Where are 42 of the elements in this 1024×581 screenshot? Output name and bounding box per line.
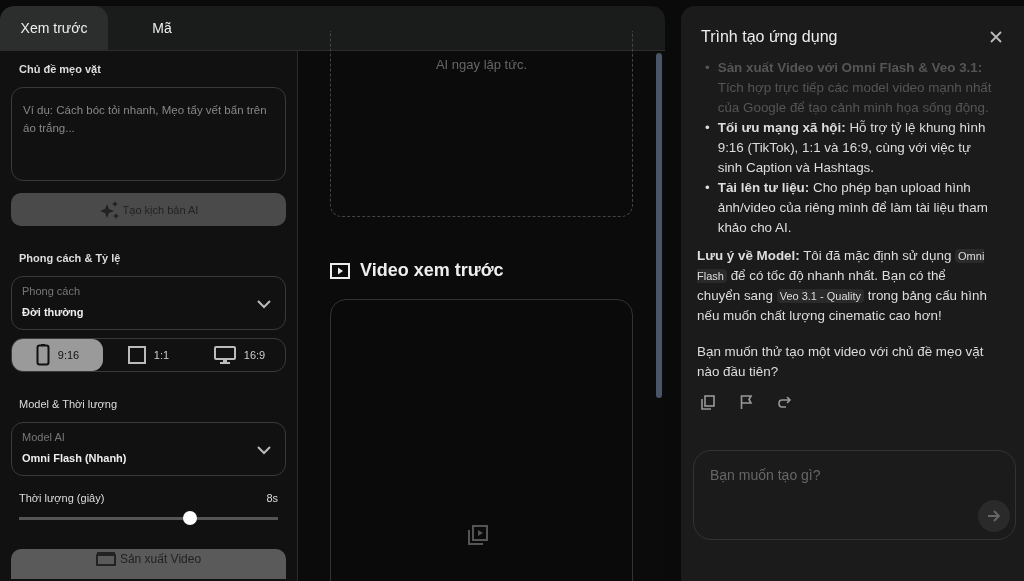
redo-icon[interactable]: [778, 395, 792, 408]
feature-text: Tải lên tư liệu: Cho phép bạn upload hình ảnh/video của riêng mình để làm tài liệu tham khảo cho AI.: [717, 179, 989, 237]
clapperboard-icon: [95, 552, 116, 566]
style-select[interactable]: Phong cách Đời thường: [11, 276, 286, 330]
chat-input[interactable]: Bạn muốn tạo gì?: [693, 450, 1016, 540]
section-heading: Video xem trước: [360, 260, 504, 281]
feature-text: Tối ưu mạng xã hội: Hỗ trợ tỷ lệ khung hình 9:16 (TikTok), 1:1 và 16:9, cùng với việc tự sinh Caption và Hashtags.: [717, 119, 987, 177]
tab[interactable]: Xem trước: [0, 6, 108, 50]
monitor-icon: [213, 346, 236, 364]
model-note: Lưu ý về Model: Tôi đã mặc định sử dụng Omni Flash để có tốc độ nhanh nhất. Bạn có thể chuyển sang Veo 3.1 - Quality trong bảng cấu hình nếu muốn chất lượng cinematic cao hơn!: [697, 247, 988, 325]
section-label: Phong cách & Tỷ lệ: [19, 252, 122, 264]
video-library-icon: [468, 525, 488, 545]
bullet-marker: •: [705, 59, 710, 77]
chevron-icon: [257, 446, 271, 455]
duration-value: 8s: [266, 492, 278, 504]
bullet-marker: •: [705, 179, 710, 197]
ratio-option[interactable]: 1:1: [103, 339, 194, 371]
close-icon[interactable]: [990, 31, 1002, 43]
feature-text: Sản xuất Video với Omni Flash & Veo 3.1: Tích hợp trực tiếp các model video mạnh nhất của Google để tạo cảnh minh họa sống động.: [717, 59, 992, 117]
square-icon: [127, 346, 146, 364]
question-text: Bạn muốn thử tạo một video với chủ đề mẹo vặt nào đầu tiên?: [697, 343, 985, 381]
scrollbar-thumb[interactable]: [656, 53, 662, 398]
model-select[interactable]: Model AI Omni Flash (Nhanh): [11, 422, 286, 476]
section-label: Chủ đề mẹo vặt: [19, 63, 102, 75]
ratio-option[interactable]: 16:9: [194, 339, 285, 371]
placeholder-text: AI ngay lập tức.: [435, 57, 528, 74]
duration-label: Thời lượng (giây): [19, 492, 105, 504]
chevron-icon: [257, 300, 271, 309]
send-button[interactable]: [978, 500, 1010, 532]
copy-icon[interactable]: [701, 395, 715, 410]
video-icon: [330, 262, 350, 279]
arrow-icon: [987, 510, 1001, 522]
section-label: Model & Thời lượng: [19, 398, 119, 410]
flag-icon[interactable]: [740, 395, 753, 409]
sparkle-icon: [98, 199, 121, 220]
bullet-marker: •: [705, 119, 710, 137]
panel-title: Trình tạo ứng dụng: [701, 28, 838, 46]
ratio-option[interactable]: 9:16: [12, 339, 103, 371]
phone-icon: [35, 344, 50, 366]
tab[interactable]: Mã: [108, 6, 216, 50]
topic-field[interactable]: Ví dụ: Cách bóc tỏi nhanh, Mẹo tẩy vết bẩn trên áo trắng...: [11, 87, 286, 181]
slider-thumb[interactable]: [182, 511, 197, 525]
